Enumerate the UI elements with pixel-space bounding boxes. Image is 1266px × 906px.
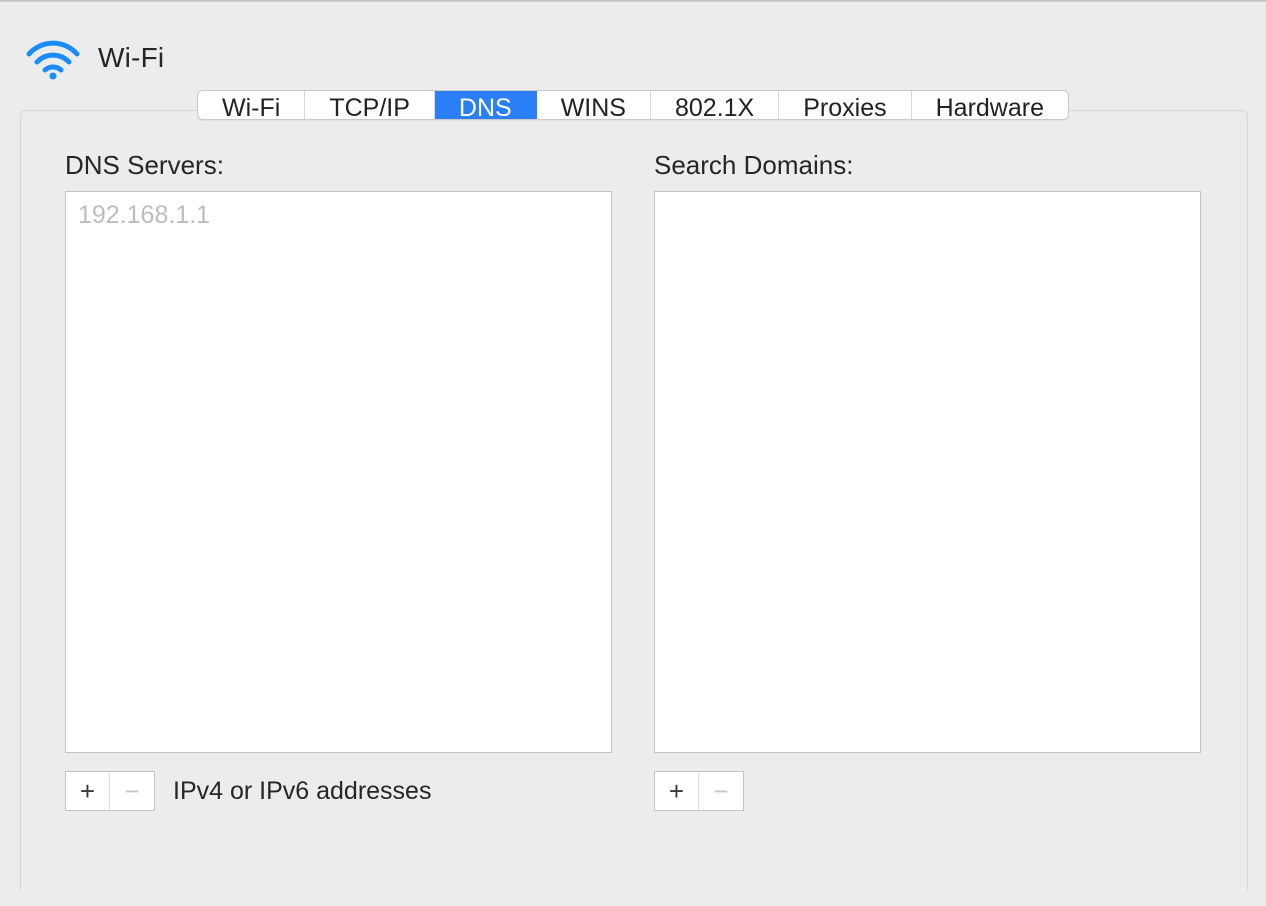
- tab-bar: Wi-Fi TCP/IP DNS WINS 802.1X Proxies Har…: [197, 90, 1069, 120]
- page-title: Wi-Fi: [98, 42, 164, 74]
- header: Wi-Fi: [0, 2, 1266, 90]
- tab-wins[interactable]: WINS: [537, 91, 651, 119]
- tab-proxies[interactable]: Proxies: [779, 91, 911, 119]
- tab-wifi[interactable]: Wi-Fi: [198, 91, 305, 119]
- panel-frame: [20, 110, 1248, 890]
- panel-region: Wi-Fi TCP/IP DNS WINS 802.1X Proxies Har…: [0, 90, 1266, 890]
- tab-8021x[interactable]: 802.1X: [651, 91, 779, 119]
- tab-tcpip[interactable]: TCP/IP: [305, 91, 435, 119]
- tab-dns[interactable]: DNS: [435, 91, 537, 119]
- tab-hardware[interactable]: Hardware: [912, 91, 1068, 119]
- wifi-icon: [18, 28, 88, 88]
